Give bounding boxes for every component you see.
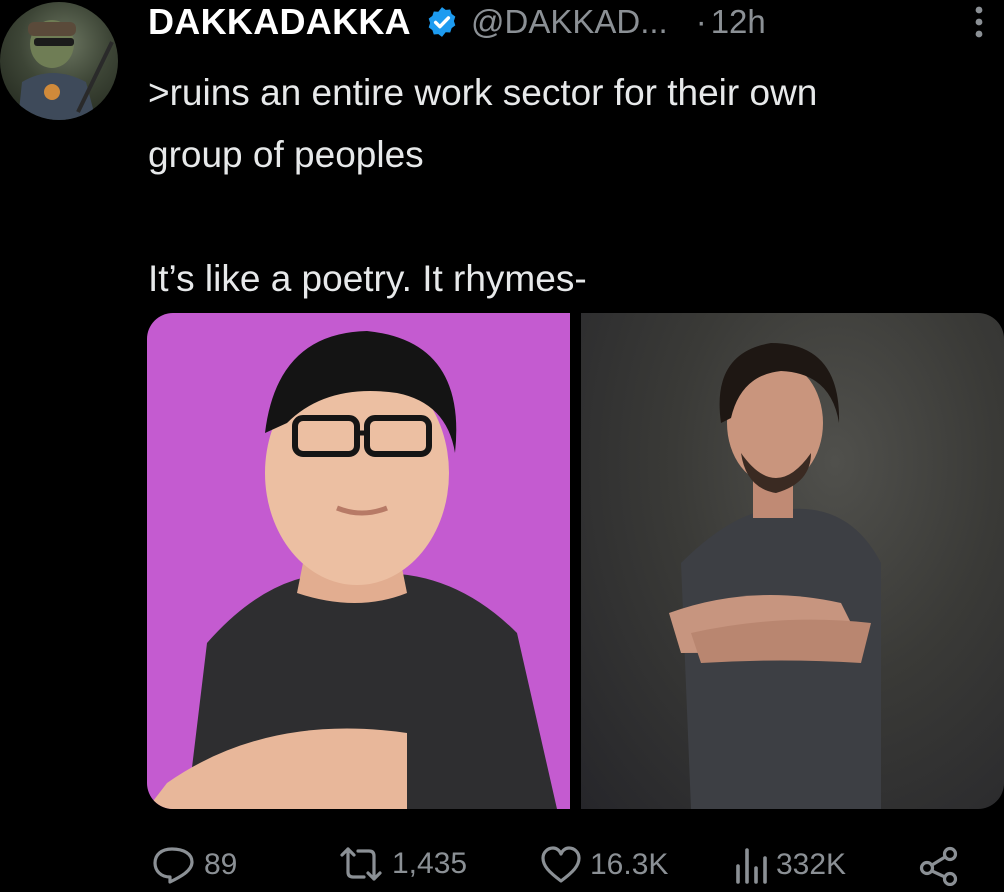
- media-photo-left[interactable]: [147, 313, 570, 809]
- like-button[interactable]: 16.3K: [540, 846, 668, 884]
- more-options-icon[interactable]: [972, 4, 986, 40]
- user-avatar[interactable]: [0, 2, 118, 120]
- tweet-text-line: group of peoples: [148, 134, 424, 175]
- media-photo-right[interactable]: [581, 313, 1004, 809]
- like-count: 16.3K: [590, 848, 669, 881]
- tweet-text-line: >ruins an entire work sector for their o…: [148, 72, 818, 113]
- tweet-text-line: It’s like a poetry. It rhymes-: [148, 258, 587, 299]
- retweet-icon: [340, 847, 382, 881]
- views-icon: [736, 848, 767, 884]
- avatar-image: [18, 20, 114, 120]
- share-icon: [919, 846, 958, 886]
- photo-person-glasses: [147, 331, 557, 809]
- views-button[interactable]: 332K: [734, 846, 846, 884]
- verified-badge-icon: [428, 7, 456, 37]
- view-count: 332K: [776, 848, 847, 881]
- tweet-text: >ruins an entire work sector for their o…: [148, 62, 998, 310]
- tweet-header: DAKKADAKKA @DAKKAD... · 12h: [148, 0, 998, 44]
- tweet-action-bar: 89 1,435 16.3K 332K: [148, 838, 1004, 892]
- share-button[interactable]: [918, 846, 960, 886]
- separator-dot: ·: [695, 3, 707, 40]
- reply-count: 89: [204, 848, 238, 881]
- display-name[interactable]: DAKKADAKKA: [148, 1, 411, 43]
- reply-button[interactable]: 89: [152, 846, 237, 884]
- user-handle[interactable]: @DAKKAD...: [471, 3, 668, 41]
- photo-person-arms-crossed: [669, 343, 881, 809]
- timestamp[interactable]: 12h: [711, 3, 766, 41]
- tweet-media[interactable]: [147, 313, 1004, 809]
- reply-icon: [153, 847, 194, 884]
- retweet-count: 1,435: [392, 847, 468, 880]
- retweet-button[interactable]: 1,435: [338, 846, 467, 882]
- heart-icon: [541, 846, 581, 883]
